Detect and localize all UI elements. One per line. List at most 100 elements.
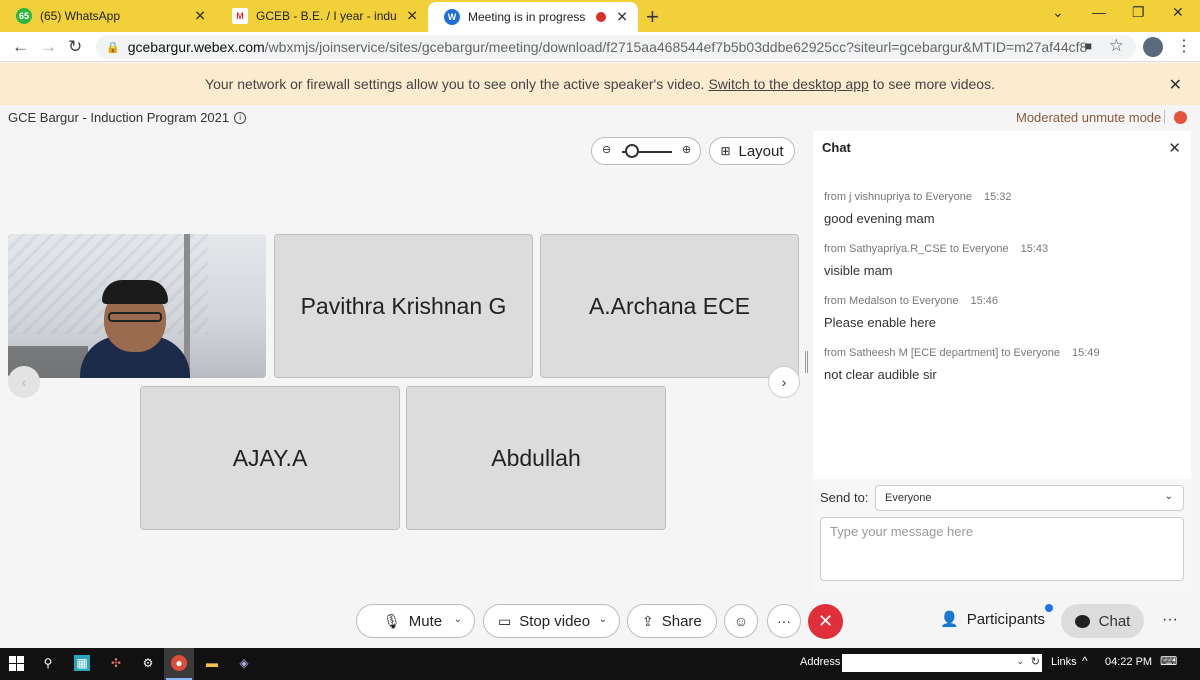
window-close-button[interactable]: ✕ [1172,4,1184,21]
smiley-icon: ☺ [733,613,749,629]
info-icon[interactable]: i [234,111,247,124]
chat-compose-area: Send to: Everyone ⌄ [813,479,1191,591]
camera-icon[interactable]: ■ [1085,39,1092,53]
banner-text: Your network or firewall settings allow … [205,76,705,92]
close-icon[interactable]: ✕ [406,8,418,25]
participant-name: Pavithra Krishnan G [300,292,507,319]
whatsapp-icon: 65 [16,8,32,24]
new-tab-button[interactable]: + [646,4,659,30]
close-icon[interactable]: ✕ [1168,139,1181,157]
chat-message-meta: from j vishnupriya to Everyone 15:32 [824,191,1012,203]
layout-label: Layout [738,142,784,160]
forward-arrow-icon[interactable]: → [40,37,57,57]
mute-label: Mute [408,612,443,630]
participant-name: AJAY.A [232,444,308,471]
chat-label: Chat [1098,612,1131,630]
next-page-button[interactable]: › [768,366,800,398]
moderated-mode-icon[interactable] [1174,111,1187,124]
app-icon[interactable]: ▦ [74,655,90,671]
chevron-down-icon[interactable]: ⌄ [1016,656,1024,667]
participants-button[interactable]: 👤 Participants [940,610,1046,629]
profile-avatar[interactable] [1143,37,1163,57]
active-speaker-video[interactable] [8,234,266,378]
notification-dot [1045,604,1053,612]
mute-button[interactable]: 🎙 Mute ⌄ [356,604,475,638]
chat-message-input[interactable] [820,517,1184,581]
layout-button[interactable]: ⊞ Layout [709,137,795,165]
banner-close-icon[interactable]: ✕ [1169,75,1182,95]
ellipsis-icon[interactable]: ··· [1162,611,1178,629]
speaker-hair [102,280,168,304]
send-to-select[interactable]: Everyone ⌄ [875,485,1184,511]
restore-button[interactable]: ❐ [1132,4,1145,21]
participant-name: Abdullah [491,444,581,471]
url-field[interactable]: 🔒 gcebargur.webex.com/wbxmjs/joinservice… [96,35,1136,59]
chevron-left-icon: ‹ [21,374,27,390]
browser-menu-icon[interactable]: ⋮ [1176,36,1192,56]
participant-tile[interactable]: AJAY.A [140,386,400,530]
send-to-value: Everyone [885,492,932,504]
chevron-down-icon[interactable]: ⌄ [454,614,462,625]
chevron-down-icon[interactable]: ⌄ [599,614,607,625]
windows-start-icon[interactable] [8,655,24,671]
send-to-label: Send to: [820,490,869,505]
tab-webex-meeting[interactable]: W Meeting is in progress... ✕ [428,2,638,32]
ellipsis-icon: ··· [777,613,791,629]
meeting-title: GCE Bargur - Induction Program 2021 i [8,110,247,125]
minimize-button[interactable]: — [1092,4,1106,20]
participants-label: Participants [966,610,1046,628]
reactions-button[interactable]: ☺ [724,604,758,638]
participant-tile[interactable]: Pavithra Krishnan G [274,234,533,378]
panel-resize-handle[interactable] [805,351,808,373]
stop-video-label: Stop video [519,612,591,630]
chevron-right-icon: › [781,374,787,390]
tab-title: GCEB - B.E. / I year - induction pr [256,9,396,23]
participant-name: A.Archana ECE [588,292,751,319]
participant-tile[interactable]: Abdullah [406,386,666,530]
gear-icon[interactable]: ⚙ [140,655,156,671]
chevron-down-icon: ⌄ [1164,491,1173,502]
chat-message: from j vishnupriya to Everyone 15:32 good… [824,191,1011,226]
zoom-out-icon[interactable]: ⊖ [602,143,611,156]
share-button[interactable]: ⇪ Share [627,604,717,638]
moderated-mode-label: Moderated unmute mode [1016,110,1162,125]
end-call-button[interactable]: ✕ [808,604,843,639]
stop-video-button[interactable]: ▭ Stop video ⌄ [483,604,620,638]
lock-icon: 🔒 [106,41,120,54]
refresh-icon[interactable]: ↻ [1031,655,1040,668]
keyboard-icon[interactable]: ⌨ [1160,654,1177,668]
app-icon[interactable]: ✣ [108,655,124,671]
close-icon[interactable]: ✕ [194,8,206,25]
chat-message: from Sathyapriya.R_CSE to Everyone 15:43 … [824,243,1048,278]
close-icon[interactable]: ✕ [616,9,628,26]
speaker-glasses [108,312,162,322]
video-camera-icon: ▭ [498,612,512,629]
chat-message-meta: from Sathyapriya.R_CSE to Everyone 15:43 [824,243,1049,255]
taskbar-address-input[interactable]: ⌄ ↻ [842,654,1042,672]
back-arrow-icon[interactable]: ← [12,37,29,57]
chat-button[interactable]: Chat [1061,604,1144,638]
reload-icon[interactable]: ↻ [68,37,82,57]
gmail-icon: M [232,8,248,24]
chat-message: from Satheesh M [ECE department] to Ever… [824,347,1100,382]
tab-gmail[interactable]: M GCEB - B.E. / I year - induction pr ✕ [216,0,428,32]
taskbar-links-label[interactable]: Links [1051,656,1077,668]
zoom-in-icon[interactable]: ⊕ [682,143,691,156]
zoom-slider-handle[interactable] [625,144,639,158]
chevron-up-icon[interactable]: ^ [1082,654,1088,668]
search-icon[interactable]: ⚲ [40,655,56,671]
folder-icon[interactable]: ▬ [204,655,220,671]
taskbar-clock[interactable]: 04:22 PM [1105,656,1152,668]
star-icon[interactable]: ☆ [1109,36,1124,56]
switch-desktop-link[interactable]: Switch to the desktop app [708,76,868,92]
grid-icon: ⊞ [720,144,731,158]
prev-page-button[interactable]: ‹ [8,366,40,398]
person-icon: 👤 [940,611,959,628]
chevron-down-icon[interactable]: ⌄ [1052,4,1064,21]
banner-text-after: to see more videos. [872,76,995,92]
tab-whatsapp[interactable]: 65 (65) WhatsApp ✕ [0,0,216,32]
chrome-icon[interactable]: ● [171,655,187,671]
participant-tile[interactable]: A.Archana ECE [540,234,799,378]
app-icon[interactable]: ◈ [236,655,252,671]
more-options-button[interactable]: ··· [767,604,801,638]
